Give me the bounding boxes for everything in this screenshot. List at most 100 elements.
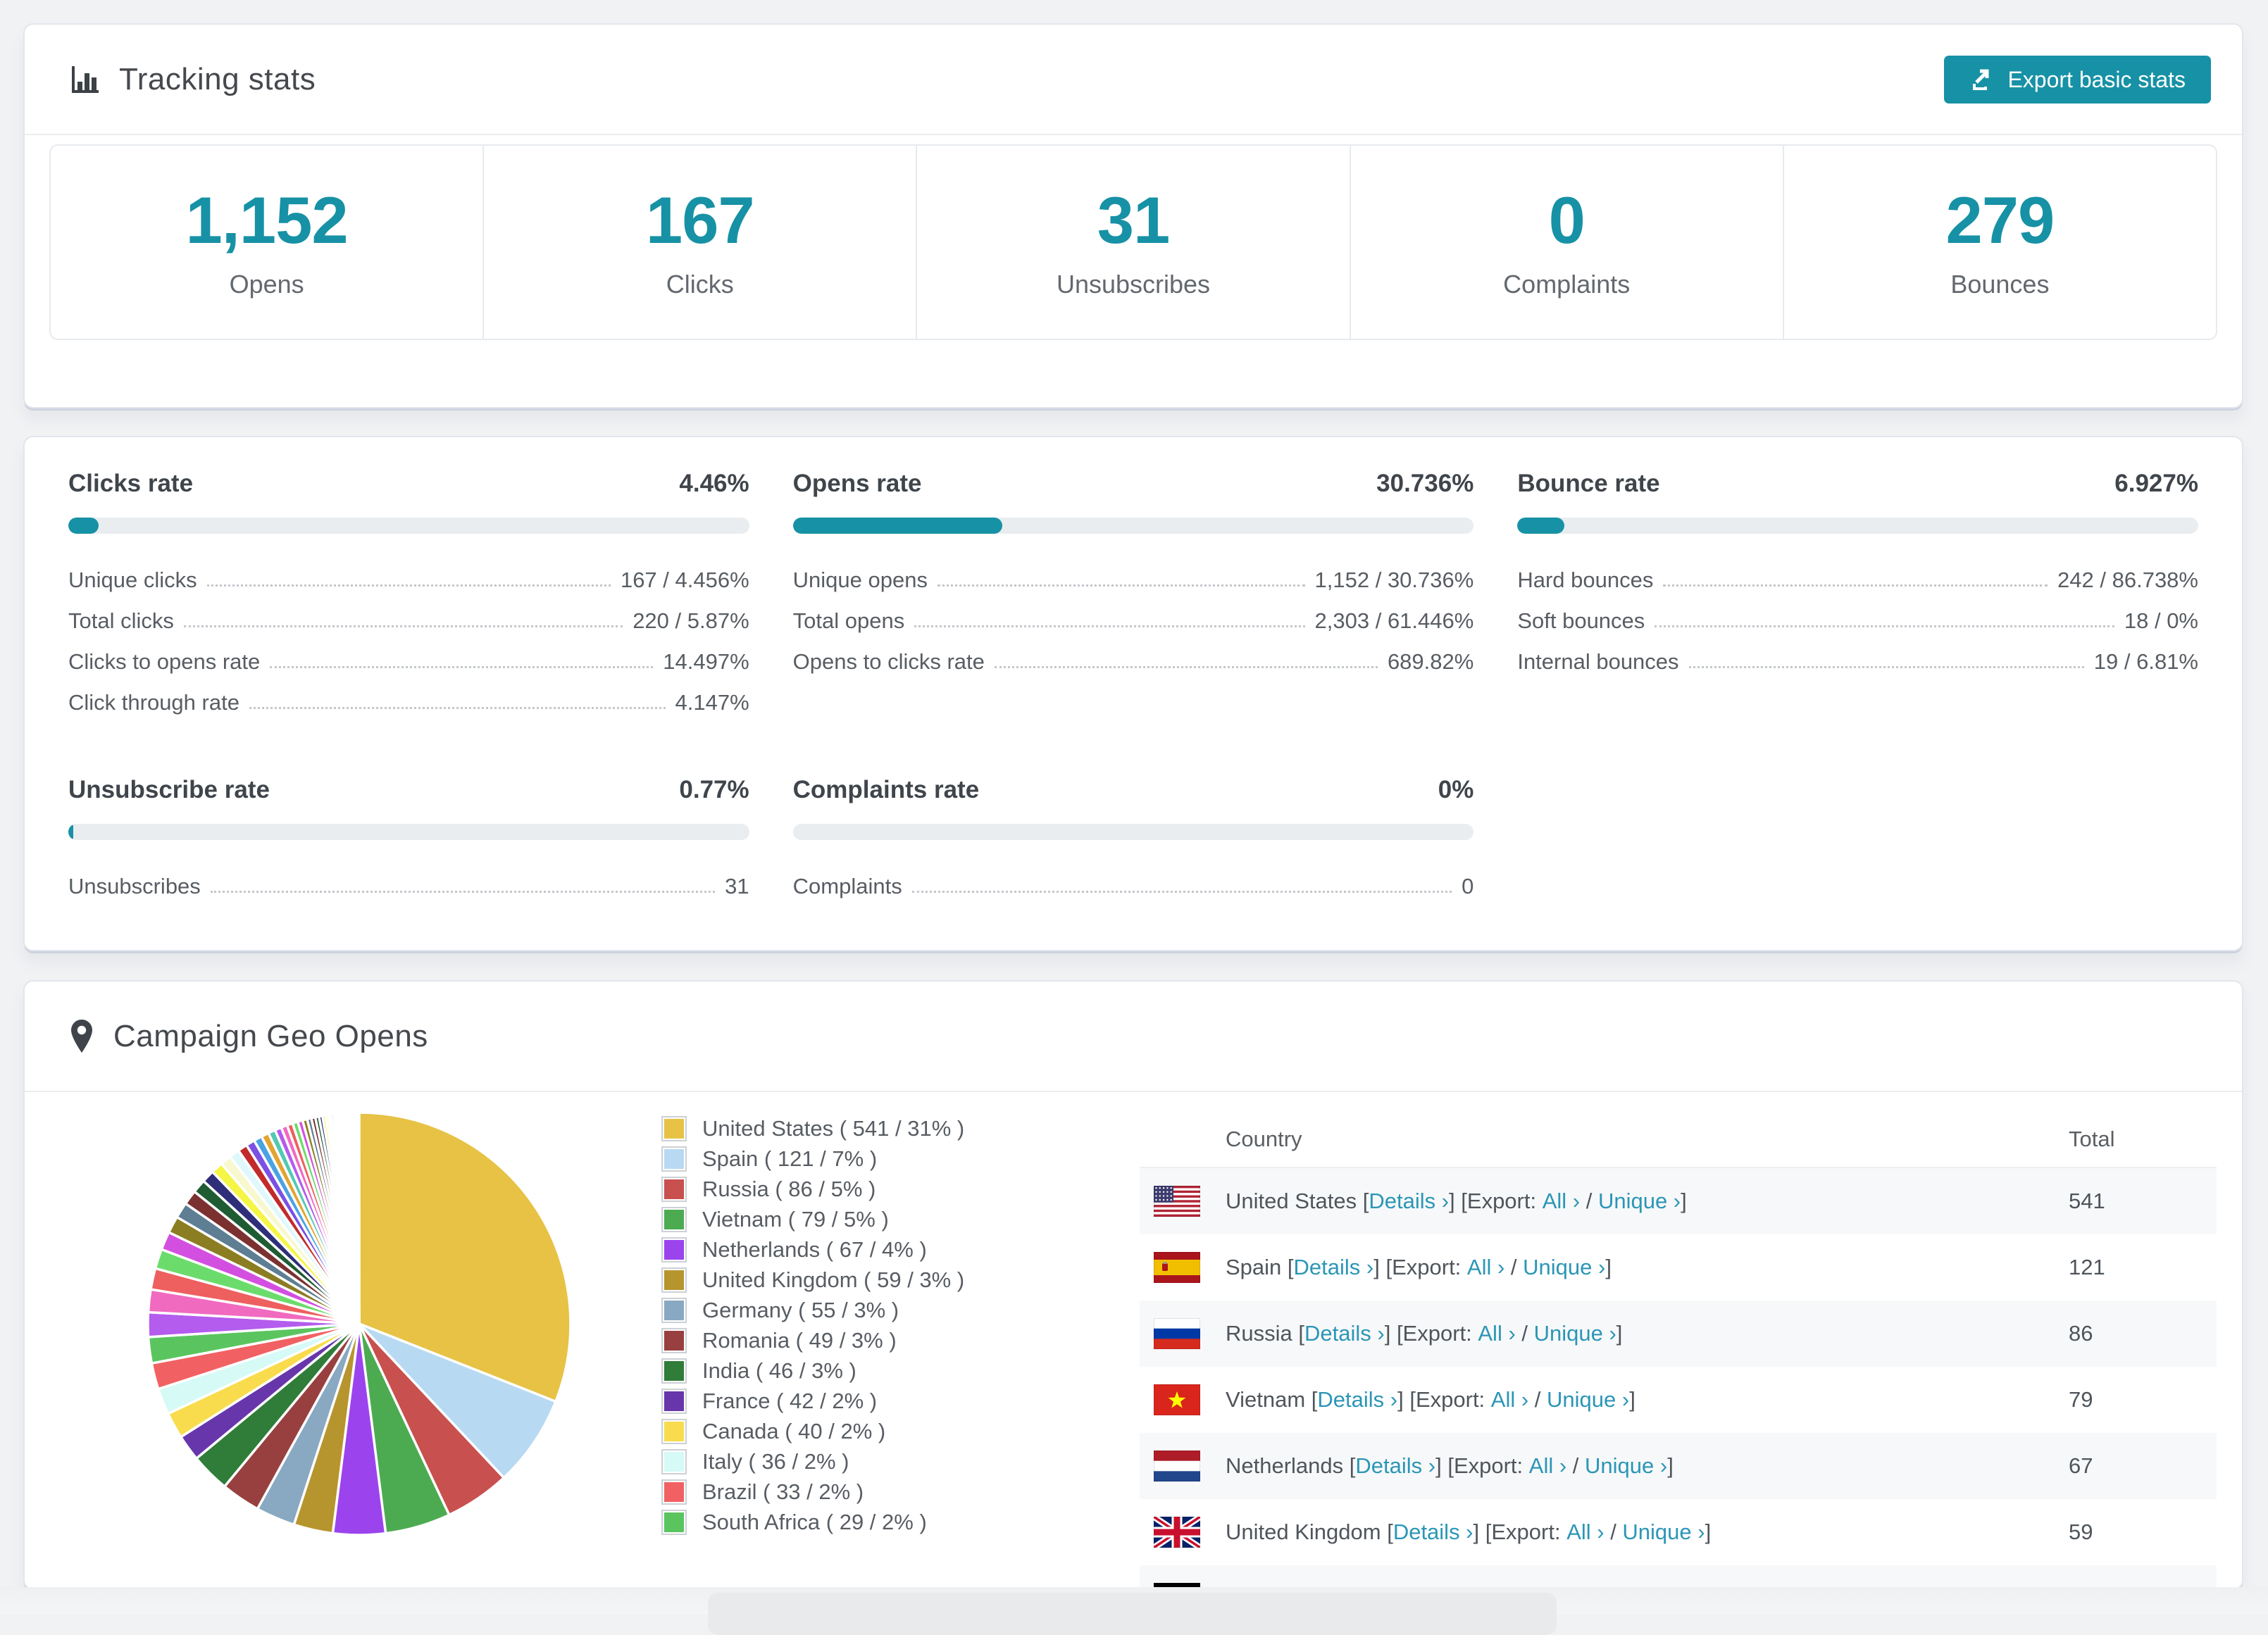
rate-title: Complaints rate <box>792 776 980 803</box>
summary-stat-opens: 1,152 Opens <box>51 146 482 339</box>
geo-table-row: Germany [Details ›] [Export: All › / Uni… <box>1140 1565 2217 1589</box>
export-label: [Export: <box>1396 1321 1478 1346</box>
dotted-leader <box>1688 666 2084 668</box>
bracket: [ <box>1381 1520 1393 1544</box>
export-unique-link[interactable]: Unique › <box>1547 1387 1629 1412</box>
country-name: United Kingdom <box>1226 1520 1381 1544</box>
rate-row: Total opens 2,303 / 61.446% <box>793 593 1474 634</box>
geo-body: United States ( 541 / 31% ) Spain ( 121 /… <box>25 1092 2242 1589</box>
geo-table-rows: United States [Details ›] [Export: All ›… <box>1140 1168 2217 1589</box>
geo-table-row: United Kingdom [Details ›] [Export: All … <box>1140 1499 2217 1565</box>
rates-grid: Clicks rate 4.46% Unique clicks 167 / 4.456… <box>25 437 2242 899</box>
us-flag-icon <box>1154 1186 1200 1217</box>
details-link[interactable]: Details › <box>1355 1453 1435 1479</box>
details-link[interactable]: Details › <box>1393 1520 1473 1545</box>
bracket: ] <box>1473 1520 1485 1544</box>
export-button-label: Export basic stats <box>2007 66 2186 92</box>
rate-row: Internal bounces 19 / 6.81% <box>1517 634 2198 675</box>
legend-item: Russia ( 86 / 5% ) <box>661 1174 1123 1204</box>
legend-label: Italy ( 36 / 2% ) <box>702 1448 849 1474</box>
country-cell: Netherlands [Details ›] [Export: All › /… <box>1140 1451 2069 1481</box>
rate-row: Click through rate 4.147% <box>68 675 749 715</box>
geo-table-row: Vietnam [Details ›] [Export: All › / Uni… <box>1140 1367 2217 1433</box>
summary-label: Complaints <box>1503 270 1631 299</box>
details-link[interactable]: Details › <box>1304 1321 1385 1346</box>
rate-row-value: 0 <box>1462 874 1474 898</box>
rate-row-value: 689.82% <box>1387 649 1474 674</box>
export-unique-link[interactable]: Unique › <box>1523 1255 1605 1280</box>
rate-row: Hard bounces 242 / 86.738% <box>1517 552 2198 593</box>
details-link[interactable]: Details › <box>1317 1387 1397 1412</box>
legend-swatch <box>661 1115 687 1141</box>
export-unique-link[interactable]: Unique › <box>1534 1321 1616 1346</box>
summary-stat-unsubscribes: 31 Unsubscribes <box>916 146 1349 339</box>
nl-flag-icon <box>1154 1451 1200 1481</box>
rate-progress-fill <box>68 518 99 534</box>
legend-label: India ( 46 / 3% ) <box>702 1358 856 1383</box>
export-all-link[interactable]: All › <box>1491 1387 1528 1412</box>
export-basic-stats-button[interactable]: Export basic stats <box>1944 56 2211 104</box>
slash-separator: / <box>1566 1453 1585 1478</box>
footer-bar <box>708 1593 1557 1635</box>
tracking-stats-card: Tracking stats Export basic stats 1,152 O… <box>23 23 2243 408</box>
export-all-link[interactable]: All › <box>1566 1520 1604 1545</box>
ru-flag-icon <box>1154 1318 1200 1349</box>
total-cell: 79 <box>2069 1387 2093 1412</box>
slash-separator: / <box>1604 1520 1623 1544</box>
geo-table-row: Netherlands [Details ›] [Export: All › /… <box>1140 1433 2217 1499</box>
summary-stat-complaints: 0 Complaints <box>1349 146 1783 339</box>
export-label: [Export: <box>1485 1520 1567 1544</box>
rate-row: Complaints 0 <box>793 858 1474 899</box>
legend-label: Netherlands ( 67 / 4% ) <box>702 1236 927 1262</box>
rate-row-value: 220 / 5.87% <box>633 608 749 633</box>
export-unique-link[interactable]: Unique › <box>1622 1520 1705 1545</box>
country-column-header: Country <box>1226 1127 1302 1151</box>
page-title: Tracking stats <box>119 61 316 96</box>
rates-card: Clicks rate 4.46% Unique clicks 167 / 4.456… <box>23 436 2243 951</box>
bracket: [ <box>1281 1255 1294 1279</box>
geo-table-row: Russia [Details ›] [Export: All › / Uniq… <box>1140 1301 2217 1367</box>
details-link[interactable]: Details › <box>1294 1255 1374 1280</box>
bracket: ] <box>1616 1321 1623 1346</box>
rate-row-value: 4.147% <box>675 690 749 715</box>
rate-row-value: 1,152 / 30.736% <box>1314 568 1474 592</box>
total-cell: 86 <box>2069 1321 2093 1346</box>
export-label: [Export: <box>1385 1255 1467 1279</box>
legend-item: Spain ( 121 / 7% ) <box>661 1144 1123 1174</box>
legend-swatch <box>661 1146 687 1172</box>
legend-label: United States ( 541 / 31% ) <box>702 1115 965 1141</box>
rate-row-value: 2,303 / 61.446% <box>1314 608 1474 633</box>
bracket: ] <box>1435 1453 1448 1478</box>
export-unique-link[interactable]: Unique › <box>1585 1453 1667 1479</box>
summary-value: 31 <box>1097 183 1171 257</box>
bracket: ] <box>1373 1255 1386 1279</box>
summary-value: 1,152 <box>185 183 348 257</box>
export-all-link[interactable]: All › <box>1543 1189 1580 1214</box>
rate-value: 30.736% <box>1376 470 1474 497</box>
legend-swatch <box>661 1327 687 1353</box>
country-cell: United Kingdom [Details ›] [Export: All … <box>1140 1517 2069 1548</box>
legend-label: France ( 42 / 2% ) <box>702 1388 878 1413</box>
slash-separator: / <box>1504 1255 1524 1279</box>
rate-row: Soft bounces 18 / 0% <box>1517 593 2198 634</box>
rate-row-label: Click through rate <box>68 690 239 715</box>
rate-block-complaints-rate: Complaints rate 0% Complaints 0 <box>792 776 1474 899</box>
legend-label: United Kingdom ( 59 / 3% ) <box>702 1267 965 1292</box>
dotted-leader <box>210 891 716 893</box>
details-link[interactable]: Details › <box>1369 1189 1449 1214</box>
legend-item: Canada ( 40 / 2% ) <box>661 1416 1123 1446</box>
export-unique-link[interactable]: Unique › <box>1598 1189 1681 1214</box>
legend-label: Canada ( 40 / 2% ) <box>702 1418 886 1443</box>
rate-row-value: 18 / 0% <box>2124 608 2198 633</box>
dotted-leader <box>994 666 1378 668</box>
rate-block-bounce-rate: Bounce rate 6.927% Hard bounces 242 / 86.73… <box>1517 470 2198 715</box>
export-all-link[interactable]: All › <box>1467 1255 1504 1280</box>
export-all-link[interactable]: All › <box>1478 1321 1515 1346</box>
geo-title: Campaign Geo Opens <box>113 1018 428 1053</box>
legend-swatch <box>661 1206 687 1232</box>
slash-separator: / <box>1515 1321 1534 1346</box>
export-all-link[interactable]: All › <box>1529 1453 1566 1479</box>
summary-label: Bounces <box>1950 270 2050 299</box>
bar-chart-icon <box>68 63 101 96</box>
rate-value: 4.46% <box>679 470 749 497</box>
